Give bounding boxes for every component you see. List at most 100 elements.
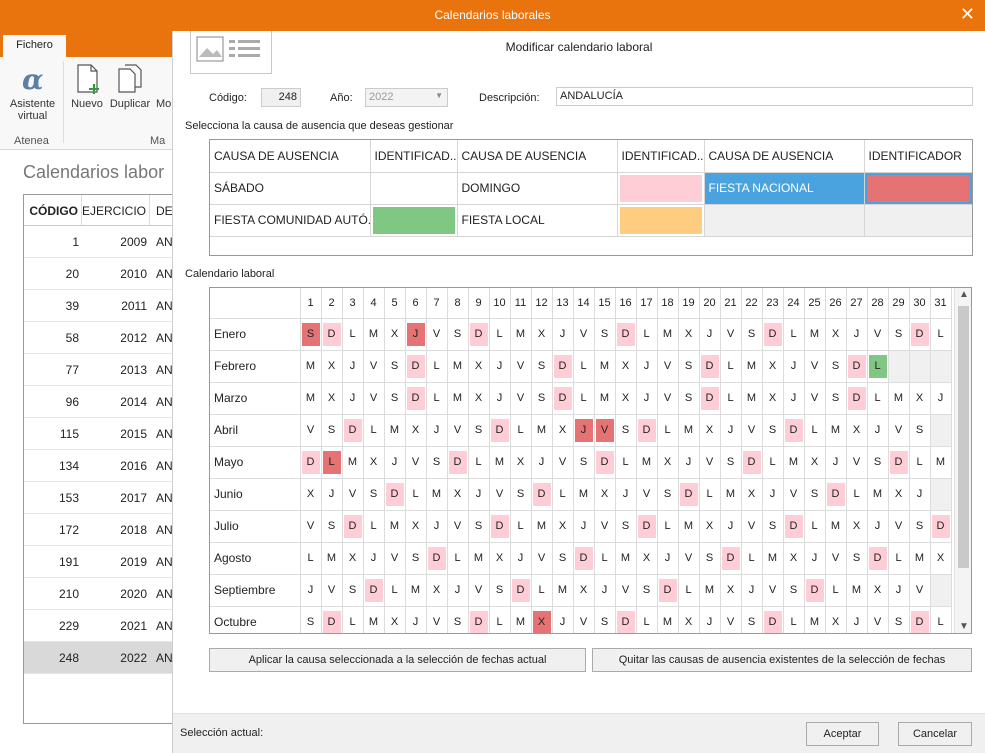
day-cell[interactable]: D xyxy=(489,414,511,447)
day-cell[interactable]: X xyxy=(636,542,658,575)
day-cell[interactable]: X xyxy=(846,510,868,543)
day-cell[interactable]: D xyxy=(573,542,595,575)
day-cell[interactable]: S xyxy=(888,606,910,633)
day-cell[interactable]: L xyxy=(657,414,679,447)
day-cell[interactable]: L xyxy=(615,446,637,479)
table-row[interactable]: 115 2015 AN xyxy=(24,418,182,450)
day-cell[interactable]: S xyxy=(342,574,364,607)
day-cell[interactable]: M xyxy=(804,318,826,351)
day-cell[interactable]: M xyxy=(363,606,385,633)
day-cell[interactable]: L xyxy=(363,414,385,447)
calendar-scrollbar[interactable]: ▲ ▼ xyxy=(954,288,971,633)
day-cell[interactable]: V xyxy=(510,350,532,383)
day-cell[interactable]: L xyxy=(363,510,385,543)
day-cell[interactable]: X xyxy=(384,606,406,633)
day-cell[interactable]: S xyxy=(657,478,679,511)
day-cell[interactable]: S xyxy=(363,478,385,511)
day-cell[interactable]: S xyxy=(300,318,322,351)
day-cell[interactable]: S xyxy=(594,606,616,633)
table-row[interactable]: 1 2009 AN xyxy=(24,226,182,258)
day-cell[interactable]: L xyxy=(720,350,742,383)
day-cell[interactable]: X xyxy=(699,510,721,543)
day-cell[interactable]: V xyxy=(867,606,889,633)
day-cell[interactable]: X xyxy=(762,350,784,383)
day-cell[interactable]: L xyxy=(636,318,658,351)
day-cell[interactable]: L xyxy=(888,542,910,575)
day-cell[interactable]: M xyxy=(846,574,868,607)
day-cell[interactable]: S xyxy=(468,414,490,447)
day-cell[interactable]: M xyxy=(531,510,553,543)
day-cell[interactable]: L xyxy=(930,606,952,633)
table-row[interactable]: 248 2022 AN xyxy=(24,642,182,674)
day-cell[interactable]: L xyxy=(804,414,826,447)
day-cell[interactable]: X xyxy=(531,318,553,351)
day-cell[interactable]: M xyxy=(552,574,574,607)
day-cell[interactable]: S xyxy=(489,574,511,607)
day-cell[interactable]: J xyxy=(552,318,574,351)
day-cell[interactable]: X xyxy=(825,606,847,633)
day-cell[interactable]: M xyxy=(531,414,553,447)
day-cell[interactable]: S xyxy=(741,606,763,633)
day-cell[interactable]: X xyxy=(468,382,490,415)
day-cell[interactable]: X xyxy=(384,318,406,351)
day-cell[interactable]: J xyxy=(762,478,784,511)
day-cell[interactable]: S xyxy=(825,350,847,383)
day-cell[interactable]: V xyxy=(741,510,763,543)
day-cell[interactable]: X xyxy=(678,318,700,351)
day-cell[interactable]: S xyxy=(447,606,469,633)
day-cell[interactable]: J xyxy=(384,446,406,479)
day-cell[interactable]: V xyxy=(762,574,784,607)
day-cell[interactable]: S xyxy=(615,414,637,447)
day-cell[interactable]: J xyxy=(405,318,427,351)
calendar-grid[interactable]: 1 2 3 4 5 6 7 8 9 10 11 12 13 14 15 16 17 18 19 20 21 22 23 24 2… xyxy=(209,287,972,634)
day-cell[interactable]: X xyxy=(909,382,931,415)
day-cell[interactable]: J xyxy=(636,382,658,415)
day-cell[interactable]: J xyxy=(846,318,868,351)
day-cell[interactable]: D xyxy=(405,382,427,415)
day-cell[interactable]: X xyxy=(678,606,700,633)
day-cell[interactable]: D xyxy=(657,574,679,607)
day-cell[interactable]: M xyxy=(447,350,469,383)
day-cell[interactable]: J xyxy=(720,510,742,543)
day-cell[interactable]: L xyxy=(342,606,364,633)
day-cell[interactable]: L xyxy=(783,606,805,633)
day-cell[interactable]: S xyxy=(531,350,553,383)
day-cell[interactable]: J xyxy=(405,606,427,633)
day-cell[interactable]: M xyxy=(741,350,763,383)
day-cell[interactable]: V xyxy=(804,350,826,383)
day-cell[interactable]: J xyxy=(783,350,805,383)
day-cell[interactable]: D xyxy=(846,350,868,383)
remove-causes-button[interactable]: Quitar las causas de ausencia existentes… xyxy=(592,648,972,672)
day-cell[interactable]: M xyxy=(909,542,931,575)
day-cell[interactable]: J xyxy=(867,510,889,543)
day-cell[interactable]: S xyxy=(762,414,784,447)
day-cell[interactable]: V xyxy=(300,414,322,447)
day-cell[interactable]: S xyxy=(510,478,532,511)
day-cell[interactable]: L xyxy=(825,574,847,607)
day-cell[interactable]: L xyxy=(804,510,826,543)
day-cell[interactable]: X xyxy=(342,542,364,575)
cause-fiesta-autonomica-color[interactable] xyxy=(369,203,458,237)
day-cell[interactable]: V xyxy=(489,478,511,511)
day-cell[interactable]: V xyxy=(867,318,889,351)
day-cell[interactable]: L xyxy=(468,446,490,479)
day-cell[interactable]: D xyxy=(825,478,847,511)
table-row[interactable]: 77 2013 AN xyxy=(24,354,182,386)
day-cell[interactable]: D xyxy=(909,606,931,633)
day-cell[interactable]: V xyxy=(300,510,322,543)
day-cell[interactable]: L xyxy=(678,574,700,607)
day-cell[interactable]: V xyxy=(657,350,679,383)
day-cell[interactable]: X xyxy=(888,478,910,511)
day-cell[interactable]: J xyxy=(510,542,532,575)
day-cell[interactable]: M xyxy=(573,478,595,511)
day-cell[interactable]: M xyxy=(384,414,406,447)
day-cell[interactable]: D xyxy=(363,574,385,607)
day-cell[interactable]: S xyxy=(552,542,574,575)
day-cell[interactable]: D xyxy=(867,542,889,575)
day-cell[interactable]: X xyxy=(846,414,868,447)
day-cell[interactable]: M xyxy=(468,542,490,575)
cause-fiesta-local-color[interactable] xyxy=(616,203,705,237)
day-cell[interactable]: D xyxy=(489,510,511,543)
day-cell[interactable]: D xyxy=(720,542,742,575)
cause-fiesta-nacional[interactable]: FIESTA NACIONAL xyxy=(703,171,865,205)
